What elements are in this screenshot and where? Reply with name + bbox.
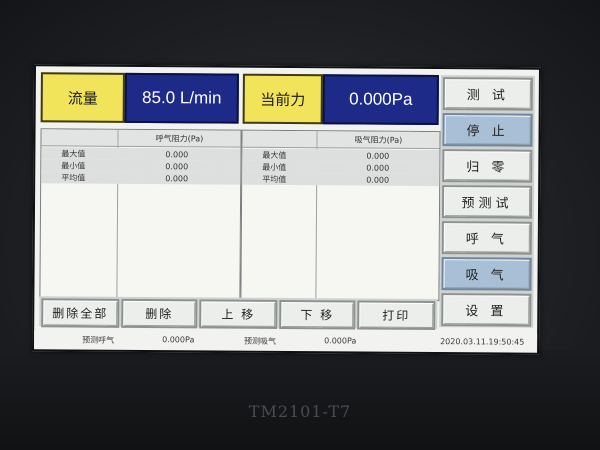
exhale-resistance-table: 呼气阻力(Pa) 最大值 0.000 最小值 0.000 平均值 0.000 xyxy=(39,128,242,300)
pretest-exhale-label: 预测呼气 xyxy=(82,335,115,345)
row-value: 0.000 xyxy=(366,151,390,161)
print-button[interactable]: 打印 xyxy=(357,300,436,331)
pretest-exhale-value: 0.000Pa xyxy=(162,335,195,345)
side-button-column: 测 试 停 止 归 零 预测试 呼 气 吸 气 设 置 xyxy=(439,75,535,328)
table-header-blank xyxy=(242,130,317,149)
settings-button[interactable]: 设 置 xyxy=(441,293,532,327)
row-label: 最大值 xyxy=(262,150,287,160)
row-label: 最小值 xyxy=(61,160,86,171)
status-bar: 预测呼气 0.000Pa 预测吸气 0.000Pa 2020.03.11.19:… xyxy=(34,330,538,351)
touch-screen: 流量 85.0 L/min 当前力 0.000Pa 呼气阻力(Pa) 最大值 0… xyxy=(32,64,541,355)
delete-button[interactable]: 删除 xyxy=(121,298,198,329)
row-value: 0.000 xyxy=(366,175,390,185)
table-row[interactable]: 平均值 0.000 xyxy=(41,171,241,185)
table-header-blank xyxy=(41,129,118,147)
inhale-table-header: 吸气阻力(Pa) xyxy=(317,131,440,150)
device-model-label: TM2101-T7 xyxy=(248,402,352,421)
move-up-button[interactable]: 上 移 xyxy=(199,299,278,329)
pretest-button[interactable]: 预测试 xyxy=(441,185,533,219)
row-label: 最小值 xyxy=(262,162,287,172)
row-value: 0.000 xyxy=(165,149,189,159)
device-frame-bottom xyxy=(0,350,600,450)
inhale-resistance-table: 吸气阻力(Pa) 最大值 0.000 最小值 0.000 平均值 0.000 xyxy=(240,129,441,302)
stop-button[interactable]: 停 止 xyxy=(442,113,533,147)
datetime: 2020.03.11.19:50:45 xyxy=(440,337,525,347)
row-value: 0.000 xyxy=(366,163,390,173)
exhale-table-header: 呼气阻力(Pa) xyxy=(118,129,241,148)
row-value: 0.000 xyxy=(165,161,189,171)
move-down-button[interactable]: 下 移 xyxy=(279,299,356,330)
readout-bar: 流量 85.0 L/min 当前力 0.000Pa xyxy=(40,72,439,129)
row-value: 0.000 xyxy=(165,173,189,183)
delete-all-button[interactable]: 删除全部 xyxy=(41,298,120,328)
pretest-inhale-label: 预测吸气 xyxy=(244,336,277,346)
zero-button[interactable]: 归 零 xyxy=(442,149,533,183)
pretest-inhale-value: 0.000Pa xyxy=(324,336,357,346)
flow-value: 85.0 L/min xyxy=(124,72,239,124)
row-label: 平均值 xyxy=(61,172,86,183)
force-value: 0.000Pa xyxy=(322,74,439,126)
row-label: 平均值 xyxy=(262,174,287,184)
test-button[interactable]: 测 试 xyxy=(442,77,533,111)
exhale-button[interactable]: 呼 气 xyxy=(441,221,532,255)
inhale-button[interactable]: 吸 气 xyxy=(441,257,532,291)
force-label: 当前力 xyxy=(242,73,323,125)
bottom-action-bar: 删除全部 删除 上 移 下 移 打印 xyxy=(39,296,438,331)
table-row[interactable]: 平均值 0.000 xyxy=(242,172,440,187)
flow-label: 流量 xyxy=(40,72,125,123)
row-label: 最大值 xyxy=(61,148,86,159)
